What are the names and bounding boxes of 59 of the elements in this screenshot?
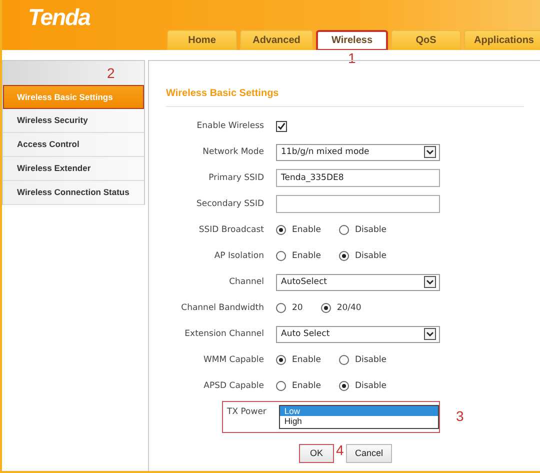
list-option[interactable]: High	[280, 416, 438, 426]
radio-option[interactable]: 20	[276, 303, 303, 313]
field-label: SSID Broadcast	[198, 225, 264, 235]
nav-tab[interactable]: QoS	[391, 30, 461, 50]
caret-icon	[424, 328, 436, 340]
field-label: Secondary SSID	[195, 199, 264, 209]
dropdown[interactable]: AutoSelect	[276, 274, 440, 290]
field-label: Network Mode	[202, 147, 264, 157]
radio-button[interactable]	[276, 303, 286, 313]
radio-option[interactable]: Disable	[338, 225, 386, 235]
sidebar-item[interactable]: Wireless Security	[3, 109, 144, 133]
field-label: Primary SSID	[208, 173, 264, 183]
checkbox[interactable]	[276, 120, 287, 132]
nav-tab[interactable]: Advanced	[240, 30, 313, 50]
field-label: WMM Capable	[202, 355, 264, 365]
radio-option[interactable]: Disable	[338, 381, 386, 391]
input-field[interactable]: Tenda_335DE8	[276, 169, 440, 187]
field-label: TX Power	[227, 406, 266, 417]
radio-button[interactable]	[338, 251, 349, 261]
radio-option[interactable]: Disable	[338, 355, 386, 365]
radio-button[interactable]	[320, 303, 331, 313]
annotation-number: 2	[107, 65, 115, 81]
nav-tab[interactable]: Home	[167, 30, 237, 50]
field-label: AP Isolation	[213, 251, 264, 261]
annotation-number: 4	[336, 442, 344, 458]
radio-button[interactable]	[276, 251, 286, 261]
field-label: Extension Channel	[184, 329, 264, 339]
field-label: Channel Bandwidth	[180, 303, 264, 313]
radio-button[interactable]	[276, 355, 286, 365]
input-field[interactable]	[276, 195, 440, 213]
nav-tab[interactable]: Applications	[464, 30, 540, 50]
radio-button[interactable]	[276, 381, 286, 391]
field-label: Channel	[228, 277, 264, 287]
annotation-number: 3	[456, 408, 464, 424]
form-button[interactable]: Cancel	[346, 444, 392, 462]
radio-button[interactable]	[338, 225, 349, 235]
radio-button[interactable]	[338, 355, 349, 365]
listbox[interactable]: Low High	[279, 405, 439, 429]
caret-icon	[424, 276, 436, 288]
radio-option[interactable]: Enable	[276, 355, 321, 365]
radio-option[interactable]: Enable	[276, 251, 321, 261]
radio-option[interactable]: Enable	[276, 225, 321, 235]
sidebar-item[interactable]: Wireless Extender	[3, 157, 144, 181]
radio-option[interactable]: Disable	[338, 251, 386, 261]
sidebar-item[interactable]: Access Control	[3, 133, 144, 157]
field-label: Enable Wireless	[196, 121, 264, 131]
dropdown[interactable]: 11b/g/n mixed mode	[276, 144, 440, 160]
caret-icon	[424, 146, 436, 158]
form-button[interactable]: OK	[299, 444, 334, 462]
sidebar-item[interactable]: Wireless Connection Status	[3, 181, 144, 205]
radio-button[interactable]	[276, 225, 286, 235]
section-title: Wireless Basic Settings	[166, 88, 524, 107]
radio-button[interactable]	[338, 381, 349, 391]
dropdown[interactable]: Auto Select	[276, 326, 440, 342]
field-label: APSD Capable	[202, 381, 264, 391]
radio-option[interactable]: Enable	[276, 381, 321, 391]
logo: Tenda	[28, 4, 90, 31]
nav-tab[interactable]: Wireless	[316, 30, 388, 50]
radio-option[interactable]: 20/40	[320, 303, 362, 313]
